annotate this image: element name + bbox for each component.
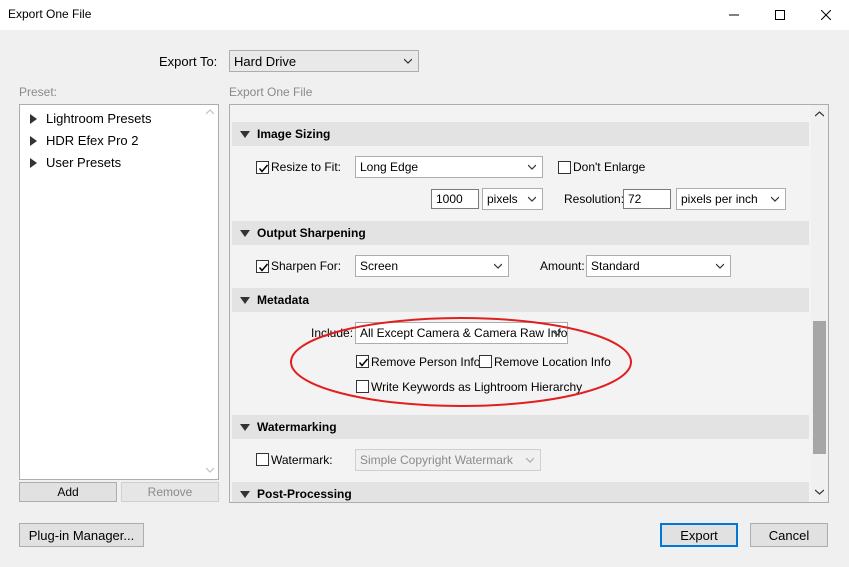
plugin-manager-button[interactable]: Plug-in Manager... [19, 523, 144, 547]
scroll-down-icon [206, 467, 214, 473]
watermark-value: Simple Copyright Watermark [360, 453, 513, 467]
export-to-select[interactable]: Hard Drive [229, 50, 419, 72]
dont-enlarge-label: Don't Enlarge [573, 160, 646, 174]
resize-to-fit-checkbox[interactable] [256, 161, 269, 174]
dont-enlarge-checkbox[interactable] [558, 161, 571, 174]
resize-mode-value: Long Edge [360, 160, 419, 174]
close-icon [821, 10, 831, 20]
export-to-label: Export To: [159, 54, 218, 69]
sharpen-for-label: Sharpen For: [271, 259, 342, 273]
watermark-label: Watermark: [271, 453, 333, 467]
watermark-checkbox[interactable] [256, 453, 269, 466]
highlight-ellipse [290, 317, 632, 407]
cancel-button[interactable]: Cancel [750, 523, 828, 547]
resize-mode-select[interactable]: Long Edge [355, 156, 543, 178]
post-processing-header[interactable]: Post-Processing [232, 482, 809, 502]
collapse-arrow-icon [240, 491, 250, 498]
section-title: Metadata [257, 293, 310, 307]
collapse-arrow-icon [240, 131, 250, 138]
add-preset-button[interactable]: Add [19, 482, 117, 502]
sharpen-for-select[interactable]: Screen [355, 255, 509, 277]
preset-label: Preset: [19, 85, 58, 99]
resolution-input[interactable]: 72 [623, 189, 671, 209]
minimize-button[interactable] [711, 0, 757, 30]
section-title: Image Sizing [257, 127, 331, 141]
chevron-down-icon [494, 263, 502, 269]
section-title: Output Sharpening [257, 226, 366, 240]
chevron-down-icon [716, 263, 724, 269]
expand-arrow-icon [30, 136, 37, 146]
metadata-header[interactable]: Metadata [232, 288, 809, 312]
amount-select[interactable]: Standard [586, 255, 731, 277]
image-sizing-header[interactable]: Image Sizing [232, 122, 809, 146]
expand-arrow-icon [30, 158, 37, 168]
scroll-up-icon [206, 109, 214, 115]
amount-label: Amount: [540, 259, 585, 273]
remove-preset-button[interactable]: Remove [121, 482, 219, 502]
checkmark-icon [258, 263, 269, 272]
panel-label: Export One File [229, 85, 313, 99]
output-sharpening-header[interactable]: Output Sharpening [232, 221, 809, 245]
watermark-select[interactable]: Simple Copyright Watermark [355, 449, 541, 471]
settings-scrollbar[interactable] [811, 105, 828, 502]
title-bar: Export One File [0, 0, 849, 30]
collapse-arrow-icon [240, 230, 250, 237]
export-to-value: Hard Drive [234, 54, 297, 69]
sharpen-for-checkbox[interactable] [256, 260, 269, 273]
sharpen-for-value: Screen [360, 259, 399, 273]
section-title: Watermarking [257, 420, 337, 434]
chevron-down-icon [528, 164, 536, 170]
size-unit-select[interactable]: pixels [482, 188, 543, 210]
chevron-down-icon [404, 58, 412, 64]
resolution-unit-value: pixels per inch [681, 192, 758, 206]
watermarking-header[interactable]: Watermarking [232, 415, 809, 439]
collapse-arrow-icon [240, 297, 250, 304]
preset-scrollbar[interactable] [202, 105, 218, 479]
minimize-icon [729, 14, 739, 16]
scroll-up-icon [815, 111, 824, 117]
export-button[interactable]: Export [660, 523, 738, 547]
close-button[interactable] [803, 0, 849, 30]
window-title: Export One File [8, 7, 92, 21]
chevron-down-icon [771, 196, 779, 202]
amount-value: Standard [591, 259, 640, 273]
resolution-unit-select[interactable]: pixels per inch [676, 188, 786, 210]
preset-item-label: User Presets [46, 155, 122, 170]
chevron-down-icon [528, 196, 536, 202]
maximize-button[interactable] [757, 0, 803, 30]
size-unit-value: pixels [487, 192, 518, 206]
scroll-thumb[interactable] [813, 321, 826, 454]
expand-arrow-icon [30, 114, 37, 124]
preset-item-label: Lightroom Presets [46, 111, 152, 126]
resolution-label: Resolution: [564, 192, 625, 206]
scroll-down-icon [815, 489, 824, 495]
section-title: Post-Processing [257, 487, 352, 501]
preset-item-label: HDR Efex Pro 2 [46, 133, 139, 148]
checkmark-icon [258, 164, 269, 173]
chevron-down-icon [526, 457, 534, 463]
resize-to-fit-label: Resize to Fit: [271, 160, 342, 174]
collapse-arrow-icon [240, 424, 250, 431]
maximize-icon [775, 10, 785, 20]
size-input[interactable]: 1000 [431, 189, 479, 209]
